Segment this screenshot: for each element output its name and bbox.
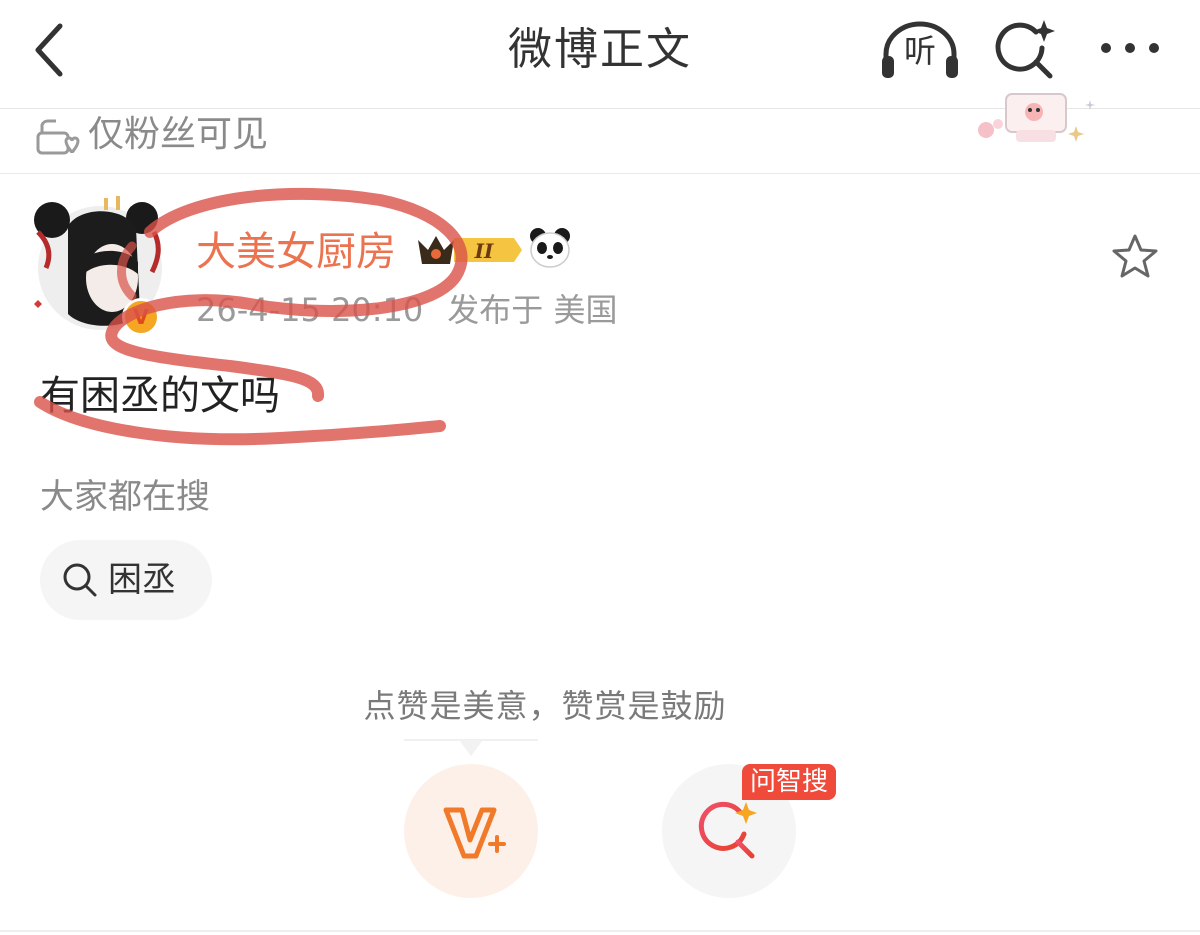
level-label: II [474, 239, 494, 263]
bottom-divider [0, 930, 1200, 932]
ai-search-icon [995, 20, 1055, 79]
decorative-sticker [978, 93, 1095, 142]
verified-badge: V [122, 298, 160, 336]
panda-icon [530, 228, 570, 268]
hot-search-label: 大家都在搜 [40, 477, 210, 517]
favorite-star-icon[interactable] [1110, 232, 1160, 282]
author-name[interactable]: 大美女厨房 [196, 226, 396, 278]
crown-level-badge[interactable]: II [414, 230, 522, 270]
post-body-text: 有困丞的文吗 [40, 373, 280, 419]
more-options-button[interactable] [1094, 30, 1166, 66]
hot-search-chip[interactable]: 困丞 [40, 540, 212, 620]
weibo-post-page: 微博正文 听 仅粉丝可见 V 大美女厨房 II 26-4-15 20:10 发布… [0, 0, 1200, 935]
verified-badge-label: V [133, 305, 149, 329]
fans-only-lock-icon [36, 119, 80, 155]
post-time: 26-4-15 20:10 [196, 291, 424, 329]
back-button[interactable] [28, 20, 78, 80]
ai-search-button[interactable] [992, 18, 1056, 82]
reward-v-plus-icon [443, 807, 506, 859]
hot-search-chip-label: 困丞 [108, 560, 176, 600]
reward-slogan: 点赞是美意，赞赏是鼓励 [363, 687, 727, 725]
visibility-text: 仅粉丝可见 [88, 114, 269, 155]
ask-smart-search-badge: 问智搜 [742, 764, 837, 800]
tooltip-pointer [404, 739, 538, 756]
listen-button[interactable]: 听 [880, 20, 960, 80]
more-dots-icon [1101, 43, 1159, 53]
listen-label: 听 [903, 32, 936, 70]
post-meta: 26-4-15 20:10 发布于 美国 [196, 288, 617, 332]
post-location: 发布于 美国 [447, 291, 618, 329]
smart-search-icon [698, 801, 757, 859]
reward-button[interactable] [404, 764, 538, 898]
search-icon [63, 563, 97, 597]
back-arrow-icon [35, 23, 63, 77]
